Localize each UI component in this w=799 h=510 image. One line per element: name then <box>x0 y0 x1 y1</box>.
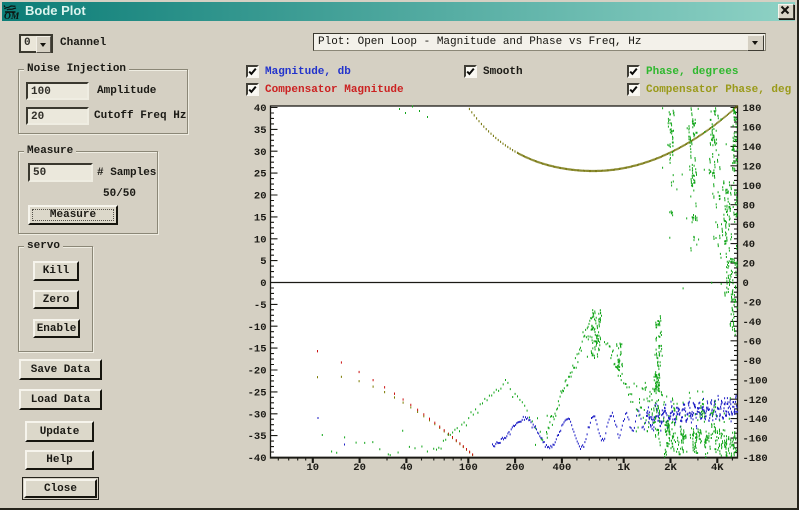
svg-text:100: 100 <box>459 462 478 474</box>
svg-text:-35: -35 <box>248 431 267 443</box>
svg-text:5: 5 <box>260 256 266 268</box>
svg-text:20: 20 <box>743 259 756 271</box>
svg-text:10: 10 <box>254 234 267 246</box>
svg-text:-20: -20 <box>743 298 762 310</box>
svg-text:-15: -15 <box>248 344 267 356</box>
svg-text:100: 100 <box>743 181 762 193</box>
svg-text:120: 120 <box>743 161 762 173</box>
svg-text:-40: -40 <box>743 317 762 329</box>
svg-text:60: 60 <box>743 220 756 232</box>
svg-text:2K: 2K <box>664 462 677 474</box>
svg-text:-20: -20 <box>248 366 267 378</box>
svg-text:-5: -5 <box>254 300 267 312</box>
svg-text:25: 25 <box>254 169 267 181</box>
svg-text:-80: -80 <box>743 356 762 368</box>
svg-text:1K: 1K <box>617 462 630 474</box>
svg-text:-180: -180 <box>743 453 768 465</box>
svg-text:200: 200 <box>506 462 525 474</box>
svg-text:400: 400 <box>552 462 571 474</box>
svg-text:0: 0 <box>260 278 266 290</box>
svg-text:-40: -40 <box>248 453 267 465</box>
svg-text:-60: -60 <box>743 336 762 348</box>
svg-text:0: 0 <box>743 278 749 290</box>
svg-text:30: 30 <box>254 147 267 159</box>
svg-text:15: 15 <box>254 213 267 225</box>
svg-text:20: 20 <box>353 462 366 474</box>
svg-text:-25: -25 <box>248 388 267 400</box>
svg-text:20: 20 <box>254 191 267 203</box>
svg-text:180: 180 <box>743 103 762 115</box>
svg-text:160: 160 <box>743 123 762 135</box>
svg-text:-30: -30 <box>248 409 267 421</box>
svg-text:-120: -120 <box>743 395 768 407</box>
svg-text:40: 40 <box>400 462 413 474</box>
svg-text:-10: -10 <box>248 322 267 334</box>
svg-text:-100: -100 <box>743 375 768 387</box>
svg-text:35: 35 <box>254 125 267 137</box>
svg-text:40: 40 <box>254 103 267 115</box>
svg-text:80: 80 <box>743 200 756 212</box>
svg-text:4K: 4K <box>711 462 724 474</box>
svg-text:-160: -160 <box>743 434 768 446</box>
svg-text:140: 140 <box>743 142 762 154</box>
svg-text:40: 40 <box>743 239 756 251</box>
svg-text:10: 10 <box>306 462 319 474</box>
svg-text:-140: -140 <box>743 414 768 426</box>
